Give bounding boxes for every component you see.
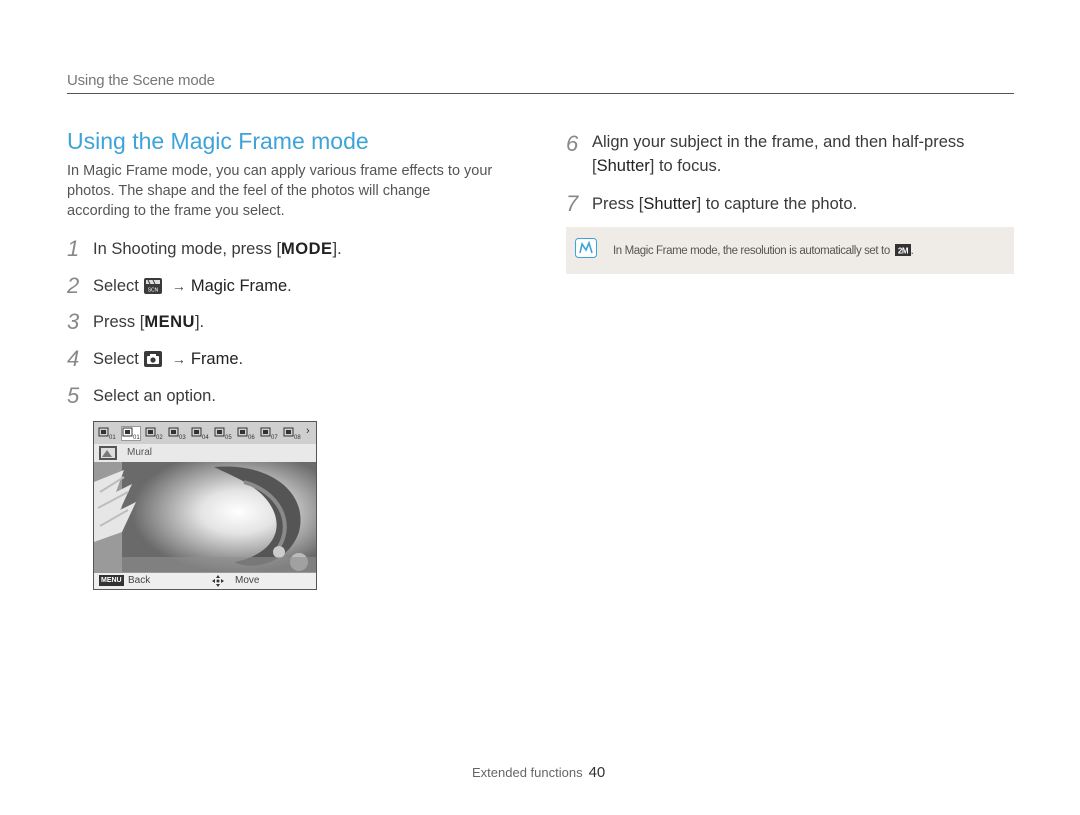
step-text-end: ]. [194,312,205,331]
back-label: Back [128,575,151,586]
step-number: 2 [67,273,80,298]
step-text-end: . [287,276,292,295]
menu-target: Magic Frame [190,276,288,295]
note-icon [575,238,597,258]
step-number: 4 [67,346,80,371]
step-number: 1 [67,236,80,261]
step-text-end: ]. [332,239,342,258]
navigation-pad-icon [212,575,224,587]
svg-text:08: 08 [294,435,301,440]
step-text-end: ] to capture the photo. [696,194,858,213]
step-number: 6 [566,131,579,156]
step-text-end: ] to focus. [649,157,722,175]
step-1: 1 In Shooting mode, press [MODE]. [67,236,342,262]
intro-text: In Magic Frame mode, you can apply vario… [67,163,493,219]
page-title: Using the Magic Frame mode [67,128,369,154]
menu-key-icon: MENU [99,575,124,586]
header-rule [67,93,1014,94]
step-number: 3 [67,309,80,334]
frame-option-icon[interactable]: 06 [237,427,255,441]
svg-text:02: 02 [156,435,163,440]
camera-screen: 01 01 02 03 04 05 06 07 08 › Mural MENU … [93,421,317,590]
page-number: 40 [588,764,606,781]
step-2: 2 Select SCN → Magic Frame. [67,273,292,299]
camera-icon [143,351,162,367]
frame-icon: 01 [98,427,116,441]
screen-bottom-bar: MENU Back Move [94,572,316,589]
note-sentence: In Magic Frame mode, the resolution is a… [613,245,890,257]
menu-key: MENU [144,312,195,331]
step-text: Select an option. [93,386,216,405]
arrow-icon: → [171,278,186,294]
resolution-2m-icon: 2M [894,244,911,256]
move-label: Move [235,575,260,586]
chevron-right-icon[interactable]: › [306,425,310,437]
step-4: 4 Select → Frame. [67,346,243,372]
svg-text:05: 05 [225,435,232,440]
svg-text:03: 03 [179,435,186,440]
option-bar: Mural [94,444,316,462]
step-number: 7 [566,191,579,216]
shutter-key: Shutter [643,194,697,213]
svg-text:07: 07 [271,435,278,440]
frame-selector-bar: 01 01 02 03 04 05 06 07 08 › [94,422,316,444]
svg-text:01: 01 [133,435,140,440]
step-text: Select [93,349,139,368]
mode-key: MODE [281,239,333,258]
shutter-key: Shutter [596,157,650,175]
svg-text:01: 01 [109,435,116,440]
mural-frame-icon [99,446,117,460]
frame-option-icon[interactable]: 05 [214,427,232,441]
step-7: 7 Press [Shutter] to capture the photo. [566,191,857,217]
note-text: In Magic Frame mode, the resolution is a… [613,244,914,257]
frame-option-icon[interactable]: 01 [121,426,141,441]
step-text: Press [ [93,312,145,331]
frame-option-icon[interactable]: 07 [260,427,278,441]
step-text: Select [93,276,139,295]
arrow-icon: → [171,351,186,367]
frame-option-icon[interactable]: 04 [191,427,209,441]
option-label: Mural [127,447,153,458]
frame-option-icon[interactable]: 02 [145,427,163,441]
menu-target: Frame [190,349,239,368]
step-5: 5 Select an option. [67,383,216,409]
section-label: Using the Scene mode [67,72,215,89]
svg-text:2M: 2M [897,247,908,256]
svg-text:04: 04 [202,435,209,440]
step-text-end: . [238,349,244,368]
frame-option-icon[interactable]: 03 [168,427,186,441]
svg-text:SCN: SCN [148,288,159,294]
frame-option-icon[interactable]: 08 [283,427,301,441]
svg-text:06: 06 [248,435,255,440]
step-text: Align your subject in the frame, and the… [592,133,965,151]
page-footer: Extended functions 40 [472,764,605,781]
step-text: Press [ [592,194,644,213]
step-6: 6 Align your subject in the frame, and t… [566,131,964,178]
step-3: 3 Press [MENU]. [67,309,204,335]
step-number: 5 [67,383,80,408]
scene-icon: SCN [143,278,162,294]
step-text: In Shooting mode, press [ [93,239,282,258]
footer-section: Extended functions [472,765,583,780]
